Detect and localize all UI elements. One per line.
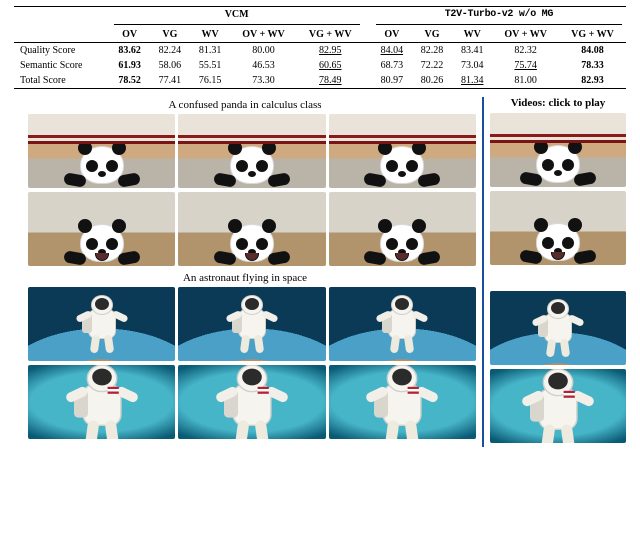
video-frame: [178, 114, 325, 188]
video-frame: [178, 365, 325, 439]
table-row: Quality Score83.6282.2481.3180.0082.95 84…: [14, 43, 626, 59]
table-cell: 78.49: [297, 73, 364, 89]
video-frame: [28, 365, 175, 439]
video-frame: [329, 287, 476, 361]
table-cell: 80.26: [412, 73, 452, 89]
table-cell: 80.97: [372, 73, 412, 89]
astro-row-wv: WV: [14, 287, 476, 361]
table-cell: 55.51: [190, 58, 230, 73]
panda-row-vgwv: VG + WV: [14, 192, 476, 266]
table-cell: 82.24: [150, 43, 190, 59]
table-cell: 81.31: [190, 43, 230, 59]
table-cell: 84.08: [559, 43, 626, 59]
results-table: VCM T2V-Turbo-v2 w/o MG OVVGWVOV + WVVG …: [14, 6, 626, 89]
table-cell: 72.22: [412, 58, 452, 73]
video-frame: [178, 192, 325, 266]
table-cell: 81.00: [492, 73, 559, 89]
table-cell: 61.93: [110, 58, 150, 73]
video-frame: [28, 192, 175, 266]
table-cell: 60.65: [297, 58, 364, 73]
row-label: Semantic Score: [14, 58, 110, 73]
table-cell: 77.41: [150, 73, 190, 89]
video-frame: [329, 365, 476, 439]
video-thumbnail[interactable]: [490, 291, 626, 365]
panda-row-wv: WV: [14, 114, 476, 188]
video-thumbnail[interactable]: [490, 113, 626, 187]
table-cell: 83.41: [452, 43, 492, 59]
table-cell: 83.62: [110, 43, 150, 59]
table-cell: 82.28: [412, 43, 452, 59]
table-cell: 78.52: [110, 73, 150, 89]
group-header-vcm: VCM: [110, 7, 364, 23]
table-cell: 58.06: [150, 58, 190, 73]
table-cell: 46.53: [230, 58, 297, 73]
table-cell: 73.30: [230, 73, 297, 89]
caption-astronaut: An astronaut flying in space: [14, 272, 476, 284]
table-cell: 80.00: [230, 43, 297, 59]
table-cell: 82.95: [297, 43, 364, 59]
table-cell: 73.04: [452, 58, 492, 73]
figure: A confused panda in calculus class WV VG…: [14, 97, 626, 447]
astro-row-vgwv: VG + WV: [14, 365, 476, 439]
video-frame: [329, 192, 476, 266]
video-frame: [28, 114, 175, 188]
caption-panda: A confused panda in calculus class: [14, 99, 476, 111]
table-cell: 84.04: [372, 43, 412, 59]
row-label: Quality Score: [14, 43, 110, 59]
video-frame: [28, 287, 175, 361]
table-row: Total Score78.5277.4176.1573.3078.49 80.9…: [14, 73, 626, 89]
table-cell: 68.73: [372, 58, 412, 73]
video-thumbnail[interactable]: [490, 191, 626, 265]
table-row: Semantic Score61.9358.0655.5146.5360.65 6…: [14, 58, 626, 73]
table-cell: 82.32: [492, 43, 559, 59]
row-label: Total Score: [14, 73, 110, 89]
table-cell: 78.33: [559, 58, 626, 73]
video-thumbnail[interactable]: [490, 369, 626, 443]
video-frame: [329, 114, 476, 188]
table-cell: 76.15: [190, 73, 230, 89]
group-header-t2v: T2V-Turbo-v2 w/o MG: [372, 7, 626, 23]
videos-click-to-play: Videos: click to play: [490, 97, 626, 109]
table-cell: 82.93: [559, 73, 626, 89]
table-cell: 81.34: [452, 73, 492, 89]
video-frame: [178, 287, 325, 361]
table-cell: 75.74: [492, 58, 559, 73]
column-headers: OVVGWVOV + WVVG + WV OVVGWVOV + WVVG + W…: [14, 27, 626, 43]
